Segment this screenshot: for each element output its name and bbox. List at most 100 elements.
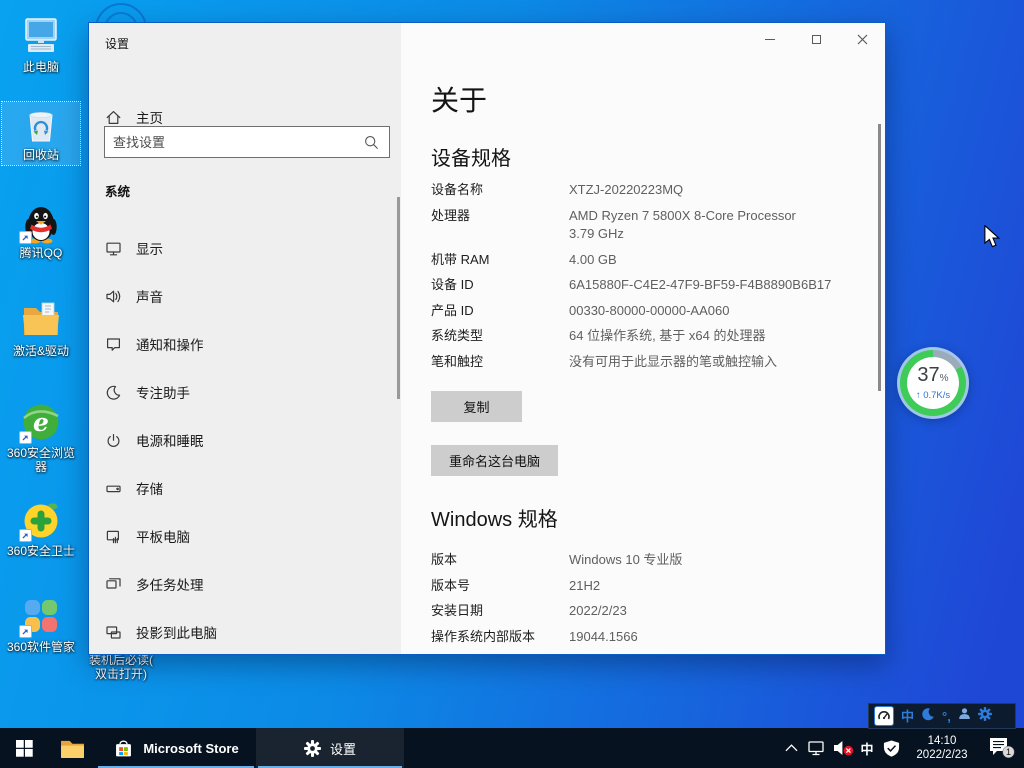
spec-label: 设备名称	[431, 181, 569, 200]
window-title: 设置	[105, 35, 129, 52]
sidebar-item-label: 专注助手	[136, 382, 190, 402]
360-browser-icon: e	[19, 400, 63, 444]
processor-line1: AMD Ryzen 7 5800X 8-Core Processor	[569, 207, 796, 226]
multitask-icon	[105, 576, 122, 593]
spec-label: 处理器	[431, 207, 569, 244]
taskbar-settings-label: 设置	[330, 739, 356, 758]
maximize-button[interactable]	[793, 23, 839, 55]
ime-user-icon[interactable]	[958, 707, 971, 725]
desktop-icon-360-safeguard[interactable]: 360安全卫士	[2, 498, 80, 558]
ime-settings-gear-icon[interactable]	[978, 707, 992, 726]
spec-label: 版本号	[431, 577, 569, 596]
spec-label: 系统类型	[431, 327, 569, 346]
power-icon	[105, 432, 122, 449]
minimize-button[interactable]	[747, 23, 793, 55]
sidebar-scrollbar[interactable]	[397, 197, 400, 399]
action-center-icon: 1	[989, 737, 1015, 759]
file-explorer-button[interactable]	[48, 728, 96, 768]
sidebar-item-label: 投影到此电脑	[136, 622, 217, 642]
spec-row-version: 版本号 21H2	[431, 577, 883, 596]
spec-value: 00330-80000-00000-AA060	[569, 302, 729, 321]
ime-punctuation-toggle[interactable]: °,	[942, 710, 951, 723]
start-button[interactable]	[0, 728, 48, 768]
desktop-icon-readme-label[interactable]: 装机后必读( 双击打开)	[84, 653, 158, 681]
360-speed-ball-widget[interactable]: 37% ↑ 0.7K/s	[897, 347, 969, 419]
svg-text:e: e	[33, 408, 49, 437]
sidebar-item-label: 通知和操作	[136, 334, 204, 354]
sidebar-item-label: 显示	[136, 238, 163, 258]
desktop-icon-360-software-manager[interactable]: 360软件管家	[2, 594, 80, 654]
desktop-icon-label: 此电脑	[2, 60, 80, 74]
taskbar-empty-area	[404, 728, 778, 768]
spec-row-experience: 体验	[431, 653, 883, 655]
tray-volume-muted-icon[interactable]	[830, 728, 856, 768]
close-icon	[857, 34, 868, 45]
desktop-icon-label: 360安全卫士	[2, 544, 80, 558]
action-center-button[interactable]: 1	[980, 728, 1024, 768]
taskbar: Microsoft Store 设置	[0, 728, 1024, 768]
spec-value: 6A15880F-C4E2-47F9-BF59-F4B8890B6B17	[569, 276, 831, 295]
maximize-icon	[812, 35, 821, 44]
readme-line2: 双击打开)	[84, 667, 158, 681]
sidebar-item-home[interactable]: 主页	[105, 107, 163, 127]
spec-label: 机带 RAM	[431, 251, 569, 270]
sidebar-section-system: 系统	[105, 181, 130, 200]
windows-spec-rows: 版本 Windows 10 专业版 版本号 21H2 安装日期 2022/2/2…	[431, 551, 883, 655]
spec-label: 笔和触控	[431, 353, 569, 372]
notification-icon	[105, 336, 122, 353]
folder-icon	[19, 298, 63, 342]
settings-search-input[interactable]	[105, 127, 364, 157]
search-icon[interactable]	[364, 135, 379, 150]
ime-chinese-toggle[interactable]: 中	[901, 710, 914, 723]
tray-network-icon[interactable]	[804, 728, 830, 768]
spec-label: 设备 ID	[431, 276, 569, 295]
close-button[interactable]	[839, 23, 885, 55]
tray-date: 2022/2/23	[904, 748, 980, 762]
spec-row-device-id: 设备 ID 6A15880F-C4E2-47F9-BF59-F4B8890B6B…	[431, 276, 883, 295]
desktop-icon-360-browser[interactable]: e 360安全浏览器	[2, 400, 80, 474]
speed-ball-core: 37% ↑ 0.7K/s	[907, 357, 959, 409]
desktop-icon-recycle-bin[interactable]: 回收站	[2, 102, 80, 165]
sidebar-item-label: 电源和睡眠	[136, 430, 204, 450]
page-title: 关于	[431, 79, 487, 119]
moon-icon	[105, 384, 122, 401]
settings-gear-icon	[304, 740, 321, 757]
tray-ime-indicator[interactable]: 中	[856, 739, 878, 758]
spec-value: Windows 10 专业版	[569, 551, 682, 570]
spec-value: 21H2	[569, 577, 600, 596]
taskbar-microsoft-store-button[interactable]: Microsoft Store	[96, 728, 256, 768]
device-spec-heading: 设备规格	[431, 142, 511, 171]
ime-logo-icon[interactable]	[874, 706, 894, 726]
minimize-icon	[765, 39, 775, 40]
display-icon	[105, 240, 122, 257]
spec-row-ram: 机带 RAM 4.00 GB	[431, 251, 883, 270]
spec-label: 版本	[431, 551, 569, 570]
taskbar-settings-button[interactable]: 设置	[256, 728, 404, 768]
project-icon	[105, 624, 122, 641]
ime-moon-icon[interactable]	[921, 707, 935, 726]
desktop-icon-label: 360安全浏览器	[5, 446, 77, 474]
tablet-icon	[105, 528, 122, 545]
desktop-icon-this-pc[interactable]: 此电脑	[2, 14, 80, 74]
qq-penguin-icon	[19, 200, 63, 244]
recycle-bin-icon	[19, 102, 63, 146]
device-spec-rows: 设备名称 XTZJ-20220223MQ 处理器 AMD Ryzen 7 580…	[431, 181, 883, 378]
tray-chevron-up-icon[interactable]	[778, 728, 804, 768]
this-pc-icon	[19, 14, 63, 58]
content-scrollbar[interactable]	[878, 124, 881, 391]
home-icon	[105, 109, 122, 126]
tray-defender-shield-icon[interactable]	[878, 728, 904, 768]
system-tray: 中 14:10 2022/2/23 1	[778, 728, 1024, 768]
home-label: 主页	[136, 107, 163, 127]
copy-button[interactable]: 复制	[431, 391, 522, 422]
tray-clock[interactable]: 14:10 2022/2/23	[904, 734, 980, 762]
spec-value: 4.00 GB	[569, 251, 617, 270]
spec-row-device-name: 设备名称 XTZJ-20220223MQ	[431, 181, 883, 200]
desktop-icon-drivers-folder[interactable]: 激活&驱动	[2, 298, 80, 358]
upload-speed: ↑ 0.7K/s	[916, 390, 950, 401]
desktop-icon-tencent-qq[interactable]: 腾讯QQ	[2, 200, 80, 260]
sidebar-item-label: 声音	[136, 286, 163, 306]
360-software-manager-icon	[19, 594, 63, 638]
desktop-screen: 此电脑 回收站	[0, 0, 1024, 768]
rename-pc-button[interactable]: 重命名这台电脑	[431, 445, 558, 476]
